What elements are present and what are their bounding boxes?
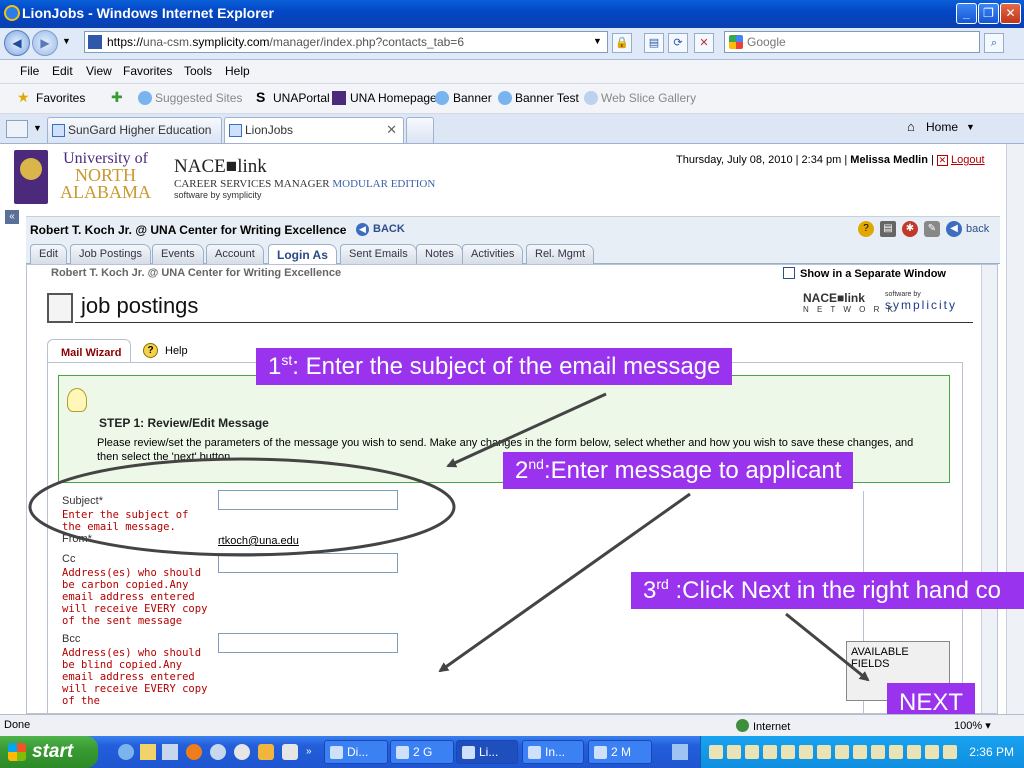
status-bar: Done Internet 100% ▾ bbox=[0, 714, 1024, 736]
globe-icon bbox=[736, 719, 749, 732]
callout-1: 1st: Enter the subject of the email mess… bbox=[256, 348, 733, 385]
task-lionjobs[interactable]: Li... bbox=[456, 740, 518, 764]
tray-icon[interactable] bbox=[943, 745, 957, 759]
system-tray: 2:36 PM bbox=[700, 736, 1024, 768]
app-icon[interactable] bbox=[162, 744, 178, 760]
start-label: start bbox=[32, 741, 74, 762]
callout-2-text: :Enter message to applicant bbox=[543, 457, 842, 484]
outlook-icon[interactable] bbox=[282, 744, 298, 760]
tray-icon[interactable] bbox=[781, 745, 795, 759]
arrow-3 bbox=[785, 612, 870, 682]
quicklaunch-expand-icon[interactable]: » bbox=[306, 746, 312, 757]
callout-3-num: 3 bbox=[643, 577, 657, 604]
task-di[interactable]: Di... bbox=[324, 740, 388, 764]
tray-icon[interactable] bbox=[817, 745, 831, 759]
status-text: Done bbox=[4, 719, 31, 731]
callout-1-sup: st bbox=[281, 352, 293, 368]
callout-2: 2nd:Enter message to applicant bbox=[503, 452, 854, 489]
tray-icon[interactable] bbox=[871, 745, 885, 759]
zoom-label: 100% bbox=[954, 720, 983, 732]
tray-icon[interactable] bbox=[799, 745, 813, 759]
task-inbox[interactable]: In... bbox=[522, 740, 584, 764]
callout-1-num: 1 bbox=[268, 353, 282, 380]
tray-icon[interactable] bbox=[925, 745, 939, 759]
tray-icon[interactable] bbox=[907, 745, 921, 759]
tray-icon[interactable] bbox=[835, 745, 849, 759]
firefox-icon[interactable] bbox=[186, 744, 202, 760]
windows-flag-icon bbox=[8, 743, 26, 761]
callout-1-text: : Enter the subject of the email message bbox=[292, 353, 721, 380]
ie-quicklaunch-icon[interactable] bbox=[118, 744, 134, 760]
task-2g[interactable]: 2 G bbox=[390, 740, 454, 764]
callout-3: 3rd :Click Next in the right hand co bbox=[631, 572, 1024, 609]
media-player-icon[interactable] bbox=[234, 744, 250, 760]
callout-3-text: :Click Next in the right hand co bbox=[668, 577, 1001, 604]
start-button[interactable]: start bbox=[0, 736, 98, 768]
callout-2-num: 2 bbox=[515, 457, 529, 484]
taskbar: start » Di... 2 G Li... In... 2 M 2:36 P… bbox=[0, 736, 1024, 768]
tray-icon[interactable] bbox=[853, 745, 867, 759]
task-2m[interactable]: 2 M bbox=[588, 740, 652, 764]
pen-tool-icon[interactable] bbox=[672, 744, 688, 760]
security-zone: Internet bbox=[736, 719, 790, 733]
callout-2-sup: nd bbox=[528, 456, 544, 472]
zone-label: Internet bbox=[753, 721, 791, 733]
tray-icon[interactable] bbox=[889, 745, 903, 759]
clock[interactable]: 2:36 PM bbox=[969, 745, 1014, 759]
tray-icon[interactable] bbox=[763, 745, 777, 759]
search-icon[interactable] bbox=[210, 744, 226, 760]
tray-icon[interactable] bbox=[745, 745, 759, 759]
mail-icon[interactable] bbox=[258, 744, 274, 760]
tray-icon[interactable] bbox=[709, 745, 723, 759]
folder-icon[interactable] bbox=[140, 744, 156, 760]
tray-icon[interactable] bbox=[727, 745, 741, 759]
callout-3-sup: rd bbox=[656, 576, 669, 592]
zoom-control[interactable]: 100% ▾ bbox=[954, 719, 991, 732]
